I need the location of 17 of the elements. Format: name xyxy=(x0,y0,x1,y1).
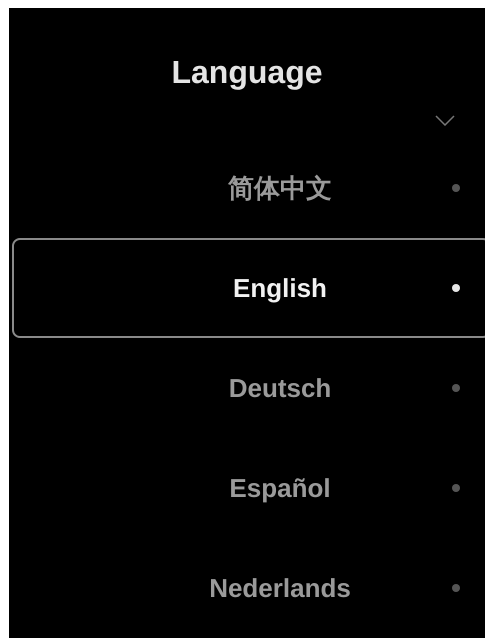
language-option[interactable]: Nederlands xyxy=(12,538,485,638)
selection-dot-icon xyxy=(452,584,460,592)
language-option[interactable]: English xyxy=(12,238,485,338)
selection-dot-icon xyxy=(452,284,460,292)
language-label: Español xyxy=(229,472,331,504)
language-label: English xyxy=(233,272,327,304)
language-label: 简体中文 xyxy=(228,172,332,204)
selection-dot-icon xyxy=(452,484,460,492)
selection-dot-icon xyxy=(452,384,460,392)
panel-title: Language xyxy=(171,53,323,92)
language-option[interactable]: Español xyxy=(12,438,485,538)
language-option[interactable]: Deutsch xyxy=(12,338,485,438)
selection-dot-icon xyxy=(452,184,460,192)
language-label: Deutsch xyxy=(228,372,332,404)
chevron-down-icon[interactable] xyxy=(435,115,455,126)
language-option[interactable]: 简体中文 xyxy=(12,138,485,238)
language-label: Nederlands xyxy=(209,572,351,604)
